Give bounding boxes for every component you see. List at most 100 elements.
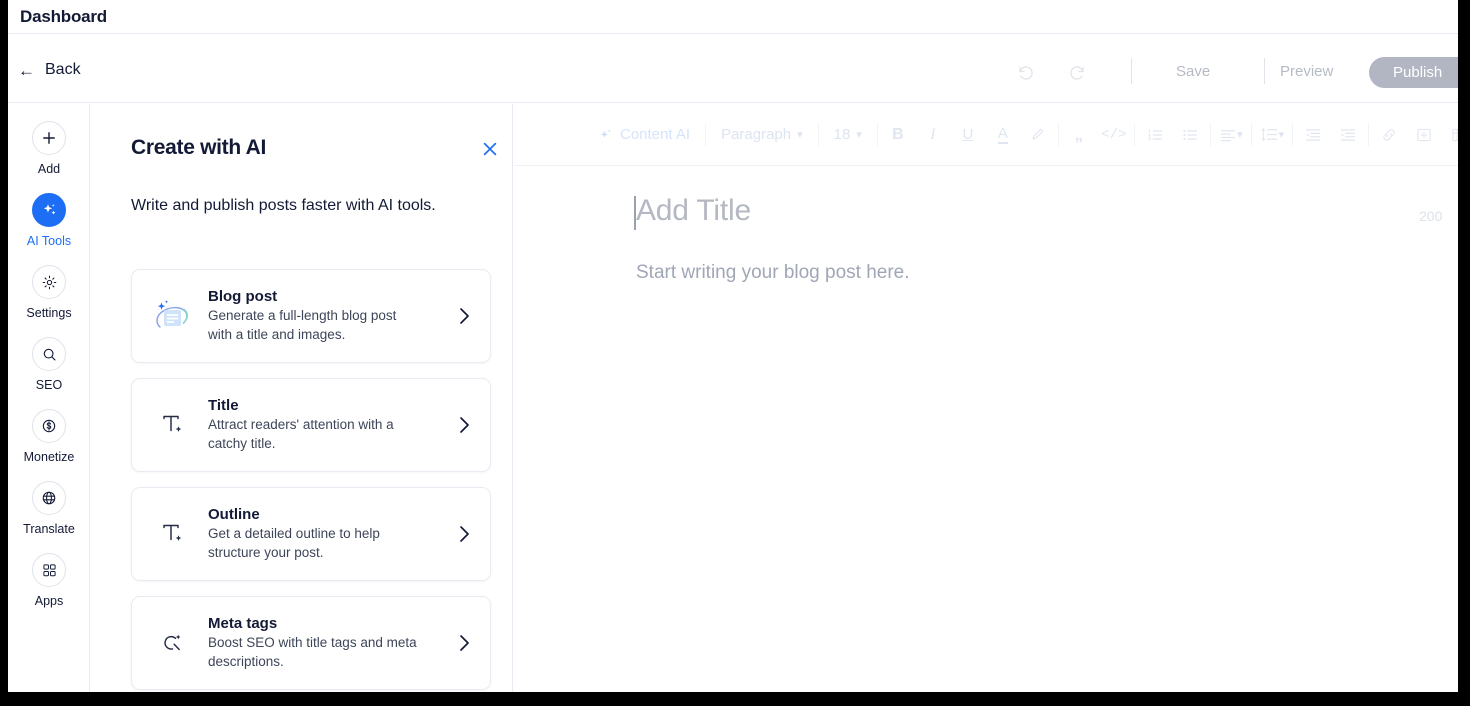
sparkle-icon [43,203,56,215]
sparkle-icon [601,129,611,138]
globe-icon-wrap [32,481,66,515]
link-button[interactable] [1376,120,1402,150]
magnifier-sparkle-icon [164,634,181,651]
dollar-icon [42,419,56,433]
ai-panel-title: Create with AI [131,136,267,159]
text-color-button[interactable]: A [990,120,1016,150]
italic-button[interactable]: I [920,120,946,150]
header-divider [1131,58,1132,84]
preview-button[interactable]: Preview [1280,63,1333,80]
content-ai-label: Content AI [620,126,691,143]
italic-label: I [930,125,936,143]
redo-button[interactable] [1063,57,1093,87]
globe-icon [42,491,56,505]
paragraph-style-dropdown[interactable]: Paragraph ▾ [713,126,811,143]
ai-tool-card-outline[interactable]: Outline Get a detailed outline to help s… [131,487,491,581]
editor-toolbar: Content AI Paragraph ▾ 18 ▾ B I U A „ </… [514,104,1458,166]
text-sparkle-icon [163,415,182,432]
bullet-list-button[interactable] [1177,120,1203,150]
ai-tool-card-title-tool[interactable]: Title Attract readers' attention with a … [131,378,491,472]
search-icon [43,348,55,360]
ai-tool-card-desc: Get a detailed outline to help structure… [208,526,380,560]
line-height-dropdown[interactable]: ▾ [1259,120,1285,150]
plus-icon [43,132,55,144]
arrow-left-icon: ← [18,60,35,80]
ai-tool-card-blog-post[interactable]: Blog post Generate a full-length blog po… [131,269,491,363]
sidebar-item-label: Monetize [23,450,75,464]
outdent-icon [1305,128,1320,141]
sidebar-item-settings[interactable]: Settings [8,265,90,320]
undo-button[interactable] [1010,57,1040,87]
redo-icon [1070,66,1084,80]
ai-panel-subtitle: Write and publish posts faster with AI t… [131,197,436,214]
font-size-dropdown[interactable]: 18 ▾ [826,126,870,143]
align-left-icon [1221,129,1236,141]
back-button[interactable]: ← Back [18,61,81,79]
save-button[interactable]: Save [1176,63,1210,80]
toolbar-divider [1250,123,1252,146]
insert-element-button[interactable] [1411,120,1437,150]
chevron-right-icon [452,633,476,653]
toolbar-divider [876,123,878,146]
bold-button[interactable]: B [885,120,911,150]
sidebar-item-monetize[interactable]: Monetize [8,409,90,464]
ai-tool-card-title: Title [208,397,239,415]
publish-button[interactable]: Publish [1369,57,1458,88]
highlight-button[interactable] [1025,120,1051,150]
app-window: Dashboard ← Back Save Preview Publish Ad… [8,0,1458,692]
document-sparkle-icon-wrap [150,293,196,339]
align-dropdown[interactable]: ▾ [1218,120,1244,150]
quote-button[interactable]: „ [1066,120,1092,150]
content-ai-button[interactable]: Content AI [590,126,698,143]
sidebar-item-add[interactable]: Add [8,121,90,176]
text-color-label: A [997,125,1008,145]
insert-element-icon [1417,128,1431,141]
code-button[interactable]: </> [1101,120,1127,150]
paragraph-style-label: Paragraph [721,126,792,143]
plus-icon-wrap [32,121,66,155]
toolbar-divider [1291,123,1293,146]
gear-icon [42,275,56,289]
toolbar-divider [1133,123,1135,146]
sidebar-item-ai-tools[interactable]: AI Tools [8,193,90,248]
toolbar-divider [1057,123,1059,146]
ai-tool-card-title: Blog post [208,288,278,306]
document-sparkle-icon [156,300,188,328]
outdent-button[interactable] [1300,120,1326,150]
dashboard-bar: Dashboard [8,0,1458,34]
grid-icon [42,563,56,576]
table-button[interactable] [1446,120,1458,150]
sidebar-item-label: Apps [34,594,64,608]
body-editor-placeholder[interactable]: Start writing your blog post here. [636,262,910,284]
indent-button[interactable] [1335,120,1361,150]
dollar-icon-wrap [32,409,66,443]
text-sparkle-icon-wrap [150,511,196,557]
sidebar-rail: Add AI Tools Settings SEO Monetize Trans… [8,104,90,692]
sidebar-item-seo[interactable]: SEO [8,337,90,392]
line-height-icon [1261,128,1277,141]
ai-tool-card-meta-tags[interactable]: Meta tags Boost SEO with title tags and … [131,596,491,690]
sidebar-item-label: AI Tools [26,234,72,248]
text-sparkle-icon-wrap [150,402,196,448]
close-button[interactable] [479,138,501,160]
text-sparkle-icon [163,524,182,541]
undo-icon [1019,66,1033,80]
magnifier-sparkle-icon-wrap [150,620,196,666]
ai-tool-card-text: Title Attract readers' attention with a … [208,397,452,452]
ai-tool-card-text: Blog post Generate a full-length blog po… [208,288,452,343]
create-with-ai-panel: Create with AI Write and publish posts f… [91,104,513,692]
sparkle-icon-wrap [32,193,66,227]
table-icon [1452,128,1458,141]
ai-tool-card-desc: Boost SEO with title tags and meta descr… [208,635,417,669]
title-input-placeholder[interactable]: Add Title [636,194,751,228]
ordered-list-button[interactable] [1142,120,1168,150]
toolbar-divider [1367,123,1369,146]
back-button-label: Back [45,61,81,78]
editor-area: Content AI Paragraph ▾ 18 ▾ B I U A „ </… [514,104,1458,692]
sidebar-item-apps[interactable]: Apps [8,553,90,608]
underline-button[interactable]: U [955,120,981,150]
sidebar-item-translate[interactable]: Translate [8,481,90,536]
bullet-list-icon [1183,129,1197,140]
ai-tool-card-desc: Generate a full-length blog post with a … [208,308,397,342]
ai-tool-card-text: Outline Get a detailed outline to help s… [208,506,452,561]
